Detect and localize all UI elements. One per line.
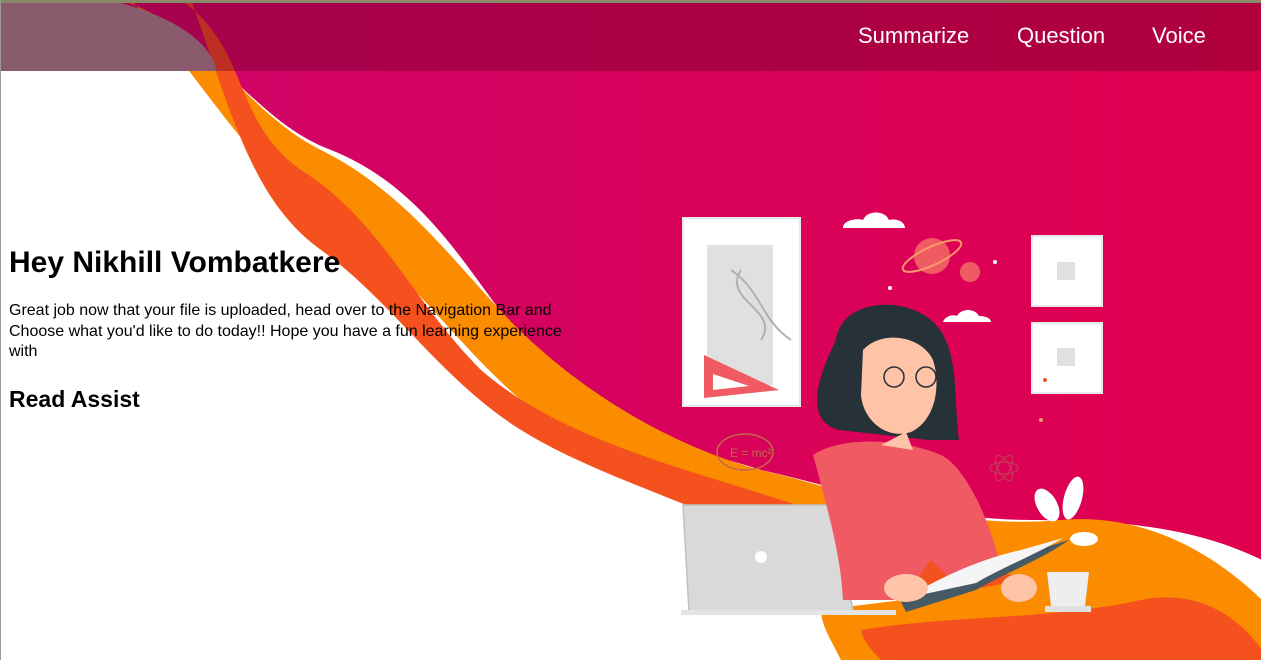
laptop-screen — [682, 504, 854, 613]
hero-content: Hey Nikhill Vombatkere Great job now tha… — [9, 246, 589, 413]
nav-link-summarize[interactable]: Summarize — [858, 23, 969, 49]
intro-paragraph: Great job now that your file is uploaded… — [9, 302, 562, 360]
app-name-heading: Read Assist — [9, 385, 140, 412]
page: E = mc² Summarize Question Voice Hey Nik… — [0, 0, 1261, 660]
nav-link-voice[interactable]: Voice — [1152, 23, 1206, 49]
plant-pot — [1047, 572, 1089, 606]
formula-text: E = mc² — [730, 446, 772, 460]
navigation-bar: Summarize Question Voice — [1, 3, 1261, 71]
laptop-logo — [755, 551, 767, 563]
nav-link-question[interactable]: Question — [1017, 23, 1105, 49]
planet-icon — [914, 238, 950, 274]
greeting-heading: Hey Nikhill Vombatkere — [9, 246, 341, 279]
window-top-border — [1, 0, 1261, 3]
laptop-base — [681, 610, 896, 615]
small-planet-icon — [960, 262, 980, 282]
